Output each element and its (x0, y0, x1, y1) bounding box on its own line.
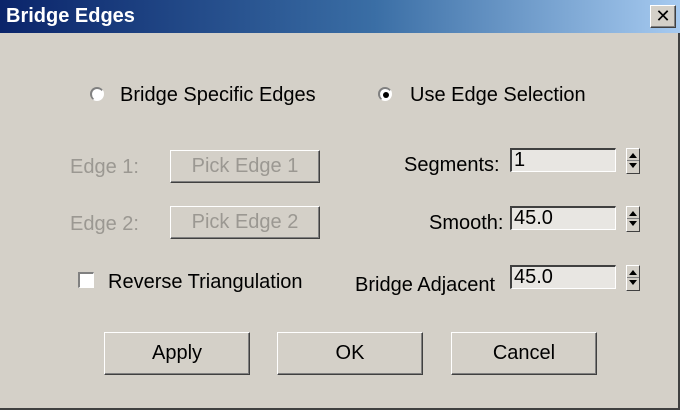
bridge-adjacent-spinner[interactable] (626, 265, 640, 291)
smooth-spinner[interactable] (626, 206, 640, 232)
radio-bridge-specific-edges-label[interactable]: Bridge Specific Edges (120, 84, 316, 106)
spinner-down-icon[interactable] (629, 280, 637, 285)
cancel-button[interactable]: Cancel (451, 332, 597, 375)
spinner-up-icon[interactable] (629, 211, 637, 216)
spinner-up-icon[interactable] (629, 153, 637, 158)
spinner-down-icon[interactable] (629, 163, 637, 168)
ok-button[interactable]: OK (277, 332, 423, 375)
segments-field[interactable]: 1 (510, 148, 616, 172)
pick-edge-2-button[interactable]: Pick Edge 2 (170, 206, 320, 239)
pick-edge-1-button[interactable]: Pick Edge 1 (170, 150, 320, 183)
apply-button[interactable]: Apply (104, 332, 250, 375)
close-icon: ✕ (655, 6, 671, 26)
edge-2-label: Edge 2: (70, 213, 139, 235)
bridge-edges-dialog: Bridge Edges ✕ Bridge Specific Edges Use… (0, 0, 680, 410)
edge-1-label: Edge 1: (70, 156, 139, 178)
smooth-field[interactable]: 45.0 (510, 206, 616, 230)
spinner-down-icon[interactable] (629, 221, 637, 226)
segments-spinner[interactable] (626, 148, 640, 174)
radio-bridge-specific-edges[interactable] (90, 87, 104, 101)
reverse-triangulation-checkbox[interactable] (78, 272, 94, 288)
radio-use-edge-selection-label[interactable]: Use Edge Selection (410, 84, 586, 106)
title-bar[interactable]: Bridge Edges ✕ (0, 0, 680, 33)
bridge-adjacent-field[interactable]: 45.0 (510, 265, 616, 289)
radio-use-edge-selection[interactable] (378, 87, 392, 101)
segments-label: Segments: (404, 154, 500, 176)
bridge-adjacent-label: Bridge Adjacent (355, 274, 496, 296)
window-title: Bridge Edges (6, 5, 135, 27)
smooth-label: Smooth: (429, 212, 504, 234)
radio-selected-dot (383, 92, 389, 98)
spinner-up-icon[interactable] (629, 270, 637, 275)
close-button[interactable]: ✕ (650, 5, 676, 28)
reverse-triangulation-label[interactable]: Reverse Triangulation (108, 271, 303, 293)
